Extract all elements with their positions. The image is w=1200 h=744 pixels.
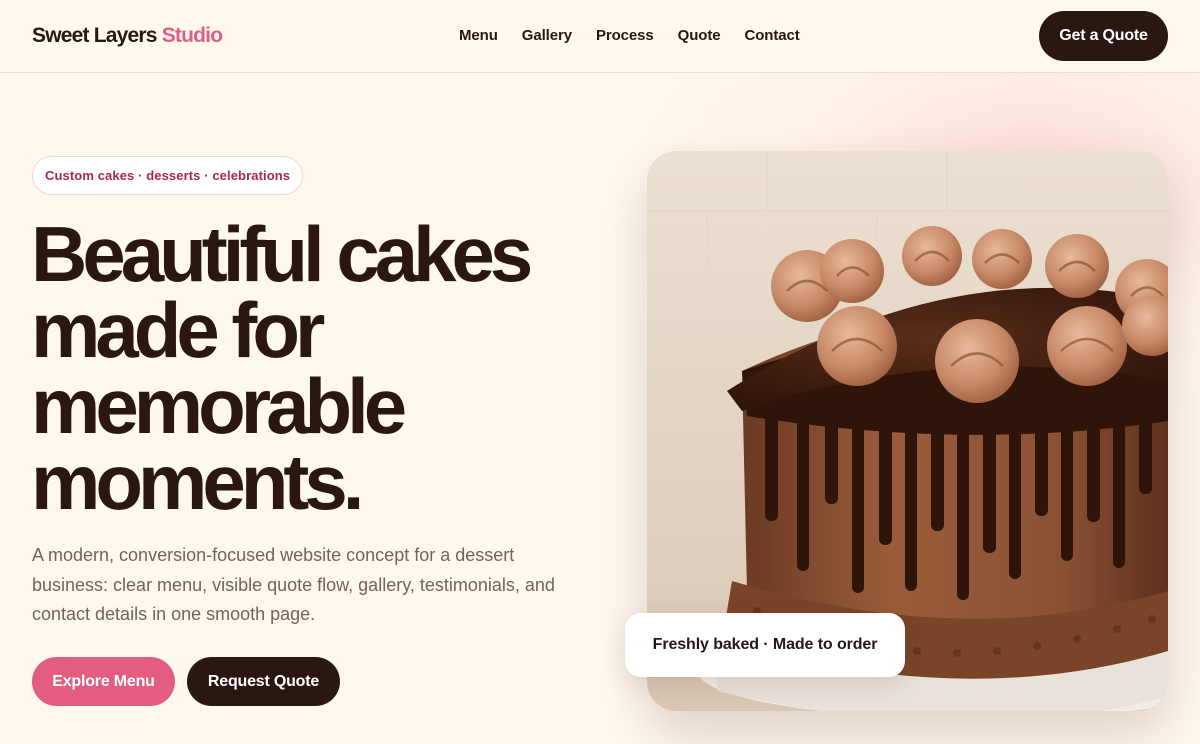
logo[interactable]: Sweet Layers Studio (32, 24, 223, 48)
get-quote-button[interactable]: Get a Quote (1039, 11, 1168, 61)
hero-tag: Custom cakes · desserts · celebrations (32, 156, 304, 195)
request-quote-button[interactable]: Request Quote (187, 657, 340, 706)
hero-title-line: made for (31, 286, 325, 374)
site-header: Sweet Layers Studio Menu Gallery Process… (0, 0, 1200, 73)
main-nav: Menu Gallery Process Quote Contact (459, 27, 800, 44)
logo-accent-text: Studio (161, 24, 223, 47)
hero-description: A modern, conversion-focused website con… (32, 545, 555, 624)
nav-link-process[interactable]: Process (596, 27, 654, 44)
nav-link-menu[interactable]: Menu (459, 27, 498, 44)
nav-link-gallery[interactable]: Gallery (522, 27, 572, 44)
explore-menu-button[interactable]: Explore Menu (32, 657, 175, 706)
nav-link-contact[interactable]: Contact (744, 27, 799, 44)
nav-link-quote[interactable]: Quote (678, 27, 721, 44)
image-badge: Freshly baked · Made to order (625, 613, 905, 677)
hero-title-line: moments. (31, 438, 364, 526)
hero-title: Beautiful cakes made for memorable momen… (31, 215, 611, 521)
hero-title-line: Beautiful cakes (31, 210, 533, 298)
hero-title-line: memorable (31, 362, 407, 450)
logo-text: Sweet Layers (32, 24, 157, 47)
